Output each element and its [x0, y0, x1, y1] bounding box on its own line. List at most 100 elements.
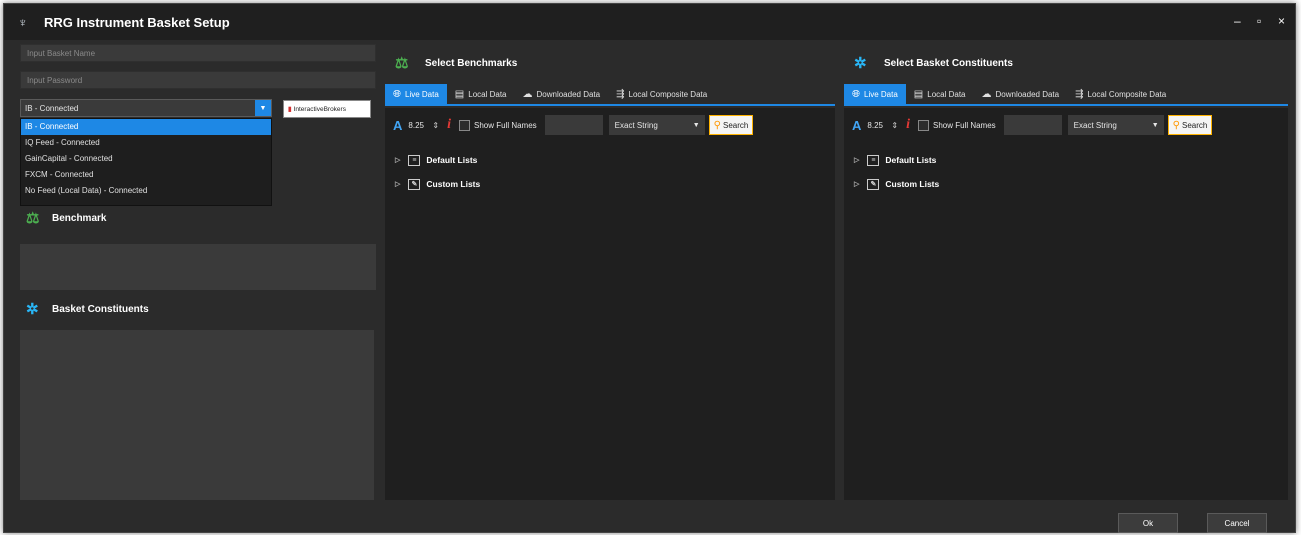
chevron-down-icon: ▼ [1151, 121, 1159, 129]
search-button-label: Search [1182, 120, 1208, 130]
tab-local-data[interactable]: ▤ Local Data [447, 84, 515, 104]
chevron-down-icon: ▼ [692, 121, 700, 129]
constituents-tree: ▷ ≡ Default Lists ▷ ✎ Custom Lists [854, 148, 939, 196]
composite-icon: ⇶ [1075, 88, 1084, 100]
ok-button[interactable]: Ok [1118, 513, 1178, 533]
feed-option[interactable]: No Feed (Local Data) - Connected [21, 183, 271, 199]
benchmarks-panel: ⚖ Select Benchmarks 🌐︎ Live Data ▤ Local D… [385, 44, 835, 500]
data-feed-select[interactable]: IB - Connected ▼ [20, 99, 272, 117]
close-button[interactable]: × [1278, 14, 1285, 28]
password-input[interactable]: Input Password [20, 71, 376, 89]
scale-icon: ⚖ [26, 210, 40, 227]
search-button-label: Search [723, 120, 749, 130]
benchmarks-tabs: 🌐︎ Live Data ▤ Local Data ☁ Downloaded Data… [385, 84, 835, 106]
tree-node-default-lists[interactable]: ▷ ≡ Default Lists [854, 148, 939, 172]
show-full-names-checkbox[interactable] [917, 119, 929, 131]
constituents-section-label: ✲ Basket Constituents [26, 300, 149, 318]
cloud-download-icon: ☁ [981, 88, 992, 100]
tab-label: Downloaded Data [536, 89, 601, 99]
basket-setup-window: ♆ RRG Instrument Basket Setup – ▫ × Inpu… [3, 3, 1296, 533]
benchmarks-panel-title: Select Benchmarks [425, 57, 518, 69]
show-full-names-label: Show Full Names [473, 120, 537, 130]
minimize-button[interactable]: – [1234, 14, 1241, 28]
tab-label: Live Data [864, 89, 898, 99]
expand-arrow-icon[interactable]: ▷ [395, 156, 400, 164]
benchmark-list[interactable] [20, 244, 376, 290]
maximize-button[interactable]: ▫ [1257, 14, 1261, 28]
tab-label: Local Composite Data [1087, 89, 1167, 99]
data-feed-dropdown: IB - Connected IQ Feed - Connected GainC… [20, 118, 272, 206]
tree-node-custom-lists[interactable]: ▷ ✎ Custom Lists [395, 172, 480, 196]
window-title: RRG Instrument Basket Setup [44, 14, 230, 30]
constituents-panel: ✲ Select Basket Constituents 🌐︎ Live Data… [844, 44, 1288, 500]
tree-node-label: Custom Lists [426, 179, 481, 189]
network-icon: ✲ [854, 55, 867, 72]
info-icon[interactable]: i [906, 117, 910, 133]
search-input[interactable] [1003, 115, 1062, 135]
tab-local-composite-data[interactable]: ⇶ Local Composite Data [608, 84, 715, 104]
data-feed-selected-value: IB - Connected [25, 103, 79, 113]
search-button[interactable]: ⚲ Search [1167, 115, 1213, 135]
search-input[interactable] [544, 115, 603, 135]
tab-live-data[interactable]: 🌐︎ Live Data [385, 84, 447, 104]
tab-live-data[interactable]: 🌐︎ Live Data [844, 84, 906, 104]
tab-local-data[interactable]: ▤ Local Data [906, 84, 974, 104]
title-bar[interactable]: ♆ RRG Instrument Basket Setup – ▫ × [4, 4, 1295, 40]
chevron-down-icon[interactable]: ▼ [255, 100, 271, 116]
expand-arrow-icon[interactable]: ▷ [395, 180, 400, 188]
interactive-brokers-logo: ▮ InteractiveBrokers [283, 100, 371, 118]
feed-option[interactable]: GainCapital - Connected [21, 151, 271, 167]
constituents-tabs: 🌐︎ Live Data ▤ Local Data ☁ Downloaded Data… [844, 84, 1288, 106]
globe-icon: 🌐︎ [393, 88, 401, 100]
tab-label: Local Composite Data [628, 89, 708, 99]
tree-node-label: Default Lists [885, 155, 937, 165]
font-size-icon: A [852, 117, 862, 133]
search-icon: ⚲ [1172, 119, 1180, 131]
feed-option[interactable]: IQ Feed - Connected [21, 135, 271, 151]
benchmark-label-text: Benchmark [52, 212, 107, 224]
tab-label: Downloaded Data [995, 89, 1060, 99]
basket-name-input[interactable]: Input Basket Name [20, 44, 376, 62]
tab-label: Local Data [927, 89, 966, 99]
tree-node-label: Default Lists [426, 155, 478, 165]
tab-downloaded-data[interactable]: ☁ Downloaded Data [974, 84, 1068, 104]
info-icon[interactable]: i [447, 117, 451, 133]
benchmarks-content: A 8.25 ⇕ i Show Full Names Exact String … [385, 108, 835, 500]
list-folder-icon: ≡ [867, 154, 880, 166]
constituents-label-text: Basket Constituents [52, 303, 149, 315]
font-size-input[interactable]: 8.25 [867, 121, 891, 130]
show-full-names-checkbox[interactable] [458, 119, 470, 131]
match-mode-select[interactable]: Exact String ▼ [1067, 115, 1164, 135]
benchmark-section-label: ⚖ Benchmark [26, 209, 106, 227]
font-size-stepper-icon[interactable]: ⇕ [891, 121, 898, 130]
benchmarks-panel-header: ⚖ Select Benchmarks [395, 54, 517, 72]
expand-arrow-icon[interactable]: ▷ [854, 156, 859, 164]
match-mode-value: Exact String [1073, 120, 1117, 130]
tree-node-label: Custom Lists [885, 179, 940, 189]
ib-logo-mark-icon: ▮ [288, 106, 292, 113]
local-data-icon: ▤ [454, 88, 465, 100]
tree-node-custom-lists[interactable]: ▷ ✎ Custom Lists [854, 172, 939, 196]
cancel-button[interactable]: Cancel [1207, 513, 1267, 533]
feed-option[interactable]: FXCM - Connected [21, 167, 271, 183]
font-size-stepper-icon[interactable]: ⇕ [432, 121, 439, 130]
app-logo-icon: ♆ [18, 14, 28, 30]
benchmarks-tree: ▷ ≡ Default Lists ▷ ✎ Custom Lists [395, 148, 480, 196]
font-size-input[interactable]: 8.25 [408, 121, 432, 130]
search-button[interactable]: ⚲ Search [708, 115, 754, 135]
tab-downloaded-data[interactable]: ☁ Downloaded Data [515, 84, 609, 104]
constituents-panel-title: Select Basket Constituents [884, 57, 1013, 69]
font-size-icon: A [393, 117, 403, 133]
tree-node-default-lists[interactable]: ▷ ≡ Default Lists [395, 148, 480, 172]
feed-option[interactable]: IB - Connected [21, 119, 271, 135]
tab-local-composite-data[interactable]: ⇶ Local Composite Data [1067, 84, 1174, 104]
network-icon: ✲ [26, 301, 39, 318]
benchmarks-toolbar: A 8.25 ⇕ i Show Full Names Exact String … [385, 114, 835, 136]
expand-arrow-icon[interactable]: ▷ [854, 180, 859, 188]
match-mode-select[interactable]: Exact String ▼ [608, 115, 705, 135]
constituents-list[interactable] [20, 330, 374, 500]
constituents-toolbar: A 8.25 ⇕ i Show Full Names Exact String … [844, 114, 1288, 136]
custom-list-icon: ✎ [408, 178, 421, 190]
scale-icon: ⚖ [395, 55, 409, 72]
custom-list-icon: ✎ [867, 178, 880, 190]
